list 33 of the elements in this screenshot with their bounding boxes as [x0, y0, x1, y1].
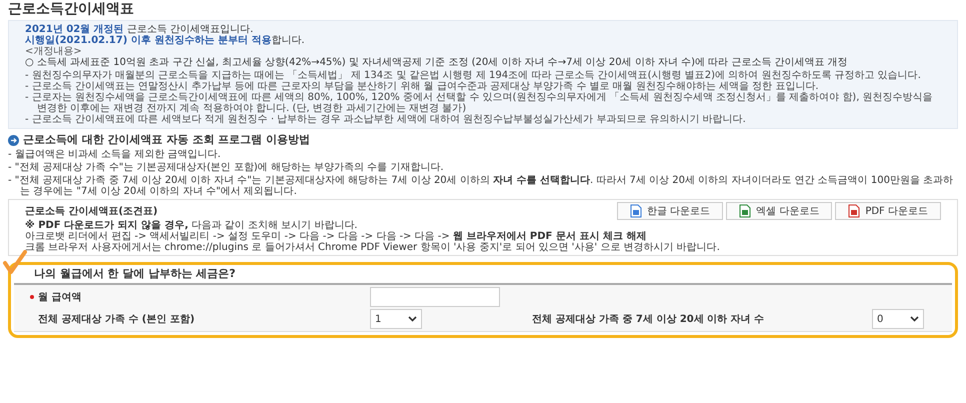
revision-text: ○ 소득세 과세표준 10억원 초과 구간 신설, 최고세율 상향(42%→45%) 및 자녀세액공제 기준 조정 (20세 이하 자녀 수→7세 이상 20세 이하 자녀 수)에 따라 근로소득 간이세액표 개정	[25, 57, 849, 68]
document-icon	[739, 204, 752, 218]
dropdown[interactable]: 0	[872, 309, 924, 329]
dropdown[interactable]: 1	[370, 309, 422, 329]
document-icon	[848, 204, 860, 218]
revision-label: <개정내용>	[25, 46, 83, 57]
field-label: 월 급여액	[38, 292, 82, 302]
download-note: 크롬 브라우저 사용자에게서는 chrome://plugins 로 들어가셔서 Chrome PDF Viewer 항목이 '사용 중지'로 되어 있으면 '사용' 으로 변경하시기 바랍니다.	[25, 242, 721, 253]
guide-item: - "전체 공제대상 가족 수"는 기본공제대상자(본인 포함)에 해당하는 부양가족의 수를 기재합니다.	[8, 162, 445, 173]
download-note: ※ PDF 다운로드가 되지 않을 경우, 다음과 같이 조치해 보시기 바랍니다.	[25, 220, 358, 231]
salary-input[interactable]	[370, 287, 500, 307]
guide-item: - "전체 공제대상 가족 중 7세 이상 20세 이하 자녀 수"는 기본공제대상자에 해당하는 7세 이상 20세 이하의 자녀 수를 선택합니다. 따라서 7세 이상 20세 이하의 자녀이더라도 연간 소득금액이 100만원을 초과하는 경우에는 "7세 이상 20세 이하의 자녀 수"에서 제외됩니다.	[8, 175, 954, 197]
field-label: 전체 공제대상 가족 중 7세 이상 20세 이하 자녀 수	[532, 314, 764, 324]
chevron-down-icon	[408, 316, 417, 322]
section-heading: 근로소득에 대한 간이세액표 자동 조회 프로그램 이용방법	[23, 133, 310, 147]
bullet-icon	[8, 134, 19, 146]
document-icon	[630, 204, 642, 218]
notice-highlight: 시행일(2021.02.17) 이후 원천징수하는 분부터 적용합니다.	[25, 35, 306, 46]
notice-item: - 근로소득 간이세액표는 연말정산시 추가납부 등에 따른 근로자의 부담을 분산하기 위해 월 급여수준과 공제대상 부양가족 수 별로 매월 원천징수해야하는 세액을 정한 표입니다.	[25, 81, 820, 92]
notice-item: - 근로자는 원천징수세액을 근로소득간이세액표에 따른 세액의 80%, 100%, 120% 중에서 선택할 수 있으며(원천징수의무자에게 「소득세 원천징수세액 조정신청서」를 제출하여야 함), 원천징수방식을 변경한 이후에는 재변경 전까지 계속 적용하여야 합니다. (단, 변경한 과세기간에는 재변경 불가)	[25, 92, 934, 114]
notice-highlight: 2021년 02월 개정된 근로소득 간이세액표입니다.	[25, 24, 254, 35]
download-note: 아크로뱃 리더에서 편집 -> 액세서빌리티 -> 설정 도우미 -> 다음 -> 다음 -> 다음 -> 다음 -> 웹 브라우저에서 PDF 문서 표시 체크 해제	[25, 231, 648, 242]
guide-item: - 월급여액은 비과세 소득을 제외한 금액입니다.	[8, 149, 222, 160]
download-title: 근로소득 간이세액표(조견표)	[25, 206, 158, 216]
download-button[interactable]: 한글 다운로드	[616, 202, 724, 220]
notice-item: - 원천징수의무자가 매월분의 근로소득을 지급하는 때에는 「소득세법」 제 134조 및 같은법 시행령 제 194조에 따라 근로소득 간이세액표(시행령 별표2)에 의하여 원천징수하도록 규정하고 있습니다.	[25, 70, 922, 81]
field-label: 전체 공제대상 가족 수 (본인 포함)	[38, 314, 195, 324]
notice-item: - 근로소득 간이세액표에 따른 세액보다 적게 원천징수 · 납부하는 경우 과소납부한 세액에 대하여 원천징수납부불성실가산세가 부과되므로 유의하시기 바랍니다.	[25, 114, 747, 125]
check-mark-icon	[2, 250, 28, 276]
download-button[interactable]: 엑셀 다운로드	[726, 202, 832, 220]
chevron-down-icon	[910, 316, 919, 322]
page-title: 근로소득간이세액표	[8, 0, 135, 18]
download-button[interactable]: PDF 다운로드	[835, 202, 941, 220]
